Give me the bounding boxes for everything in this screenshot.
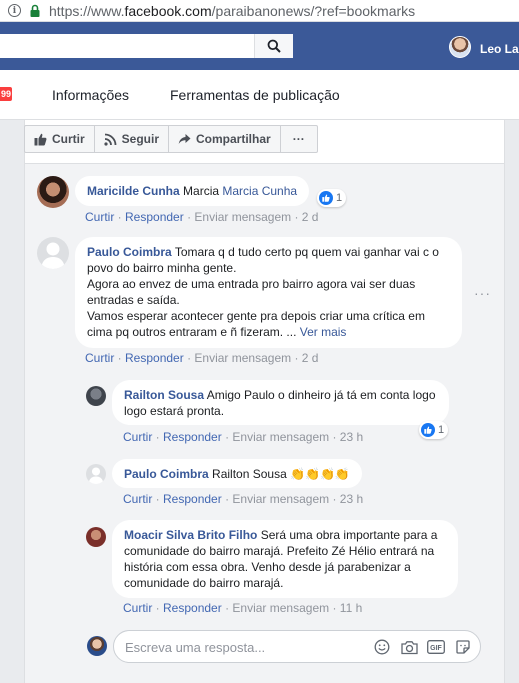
notification-badge: 99 <box>0 87 12 101</box>
reply-bubble: Moacir Silva Brito Filho Será uma obra i… <box>112 520 458 598</box>
page-actions-bar: Curtir Seguir Compartilhar ··· <box>24 125 318 153</box>
like-page-button[interactable]: Curtir <box>25 126 95 152</box>
lock-icon <box>30 4 40 17</box>
more-options-button[interactable]: ··· <box>281 126 317 152</box>
user-avatar[interactable] <box>449 36 471 58</box>
follow-page-label: Seguir <box>121 132 160 146</box>
comment-time[interactable]: 2 d <box>302 351 319 365</box>
emoji-icon[interactable] <box>373 638 391 656</box>
comment-author[interactable]: Paulo Coimbra <box>87 245 172 259</box>
like-reaction-icon <box>319 191 333 205</box>
reply-author[interactable]: Moacir Silva Brito Filho <box>124 528 257 542</box>
reply-bubble: Paulo Coimbra Railton Sousa 👏👏👏👏 <box>112 459 362 488</box>
reply-meta: Curtir · Responder · Enviar mensagem · 1… <box>123 601 363 615</box>
reply-meta: Curtir · Responder · Enviar mensagem · 2… <box>123 430 364 444</box>
current-user-avatar <box>87 636 107 656</box>
like-reply-link[interactable]: Curtir <box>123 492 152 506</box>
like-page-label: Curtir <box>52 132 85 146</box>
avatar[interactable] <box>86 386 106 406</box>
like-reaction-icon <box>421 423 435 437</box>
camera-icon[interactable] <box>400 638 418 656</box>
search-input[interactable] <box>0 34 293 58</box>
reply-placeholder: Escreva uma resposta... <box>125 640 266 655</box>
facebook-top-bar: Leo La <box>0 22 519 70</box>
reply-time[interactable]: 11 h <box>340 601 362 615</box>
avatar[interactable] <box>37 237 69 269</box>
reaction-number: 1 <box>336 192 343 204</box>
tab-ferramentas-de-publicacao[interactable]: Ferramentas de publicação <box>170 87 340 103</box>
comment-meta: Curtir · Responder · Enviar mensagem · 2… <box>85 210 319 224</box>
send-message-link[interactable]: Enviar mensagem <box>232 492 329 506</box>
reply-meta: Curtir · Responder · Enviar mensagem · 2… <box>123 492 364 506</box>
gif-icon[interactable]: GIF <box>427 638 445 656</box>
share-page-label: Compartilhar <box>196 132 271 146</box>
thumbs-up-icon <box>34 133 47 145</box>
search-button[interactable] <box>254 34 293 58</box>
reply-author[interactable]: Railton Sousa <box>124 388 204 402</box>
like-comment-link[interactable]: Curtir <box>85 351 114 365</box>
avatar[interactable] <box>86 527 106 547</box>
search-icon <box>267 39 281 53</box>
send-message-link[interactable]: Enviar mensagem <box>194 210 291 224</box>
reply-bubble: Railton Sousa Amigo Paulo o dinheiro já … <box>112 380 449 425</box>
comment-options-icon[interactable]: ··· <box>474 285 491 301</box>
reaction-number: 1 <box>438 424 445 436</box>
send-message-link[interactable]: Enviar mensagem <box>232 601 329 615</box>
avatar[interactable] <box>86 464 106 484</box>
reply-reply-link[interactable]: Responder <box>163 492 222 506</box>
reply-input[interactable]: Escreva uma resposta... GIF <box>113 630 481 663</box>
clapping-hands-emoji: 👏👏👏👏 <box>290 467 350 481</box>
send-message-link[interactable]: Enviar mensagem <box>232 430 329 444</box>
comment-bubble: Maricilde Cunha Marcia Marcia Cunha <box>75 176 310 206</box>
user-name-link[interactable]: Leo La <box>480 42 519 56</box>
reply-reply-link[interactable]: Responder <box>163 430 222 444</box>
reaction-count[interactable]: 1 <box>317 189 347 207</box>
rss-follow-icon <box>104 133 117 146</box>
reply-comment-link[interactable]: Responder <box>125 210 184 224</box>
reply-time[interactable]: 23 h <box>340 430 363 444</box>
like-reply-link[interactable]: Curtir <box>123 430 152 444</box>
reaction-count[interactable]: 1 <box>419 421 449 439</box>
tagged-user-link[interactable]: Marcia Cunha <box>222 184 297 198</box>
comment-text-line: Vamos esperar acontecer gente pra depois… <box>87 309 425 339</box>
reply-comment-link[interactable]: Responder <box>125 351 184 365</box>
comment-text: Marcia <box>183 184 223 198</box>
default-profile-icon <box>41 242 65 269</box>
browser-address-bar[interactable]: i https://www.facebook.com/paraibanonews… <box>0 0 519 22</box>
page-subnav: 99 Informações Ferramentas de publicação <box>0 70 519 120</box>
reply-time[interactable]: 23 h <box>340 492 363 506</box>
comment-author[interactable]: Maricilde Cunha <box>87 184 180 198</box>
reply-author[interactable]: Paulo Coimbra <box>124 467 209 481</box>
like-reply-link[interactable]: Curtir <box>123 601 152 615</box>
default-profile-icon <box>88 467 104 484</box>
comment-text-line: Agora ao envez de uma entrada pro bairro… <box>87 277 416 307</box>
share-arrow-icon <box>178 133 191 144</box>
svg-text:GIF: GIF <box>430 645 442 652</box>
avatar[interactable] <box>37 176 69 208</box>
like-comment-link[interactable]: Curtir <box>85 210 114 224</box>
tab-informacoes[interactable]: Informações <box>52 87 129 103</box>
follow-page-button[interactable]: Seguir <box>95 126 170 152</box>
reply-reply-link[interactable]: Responder <box>163 601 222 615</box>
share-page-button[interactable]: Compartilhar <box>169 126 281 152</box>
see-more-link[interactable]: Ver mais <box>300 325 347 339</box>
comment-meta: Curtir · Responder · Enviar mensagem · 2… <box>85 351 319 365</box>
reply-text: Railton Sousa <box>212 467 291 481</box>
comment-time[interactable]: 2 d <box>302 210 319 224</box>
url-text[interactable]: https://www.facebook.com/paraibanonews/?… <box>49 3 415 19</box>
comment-bubble: Paulo Coimbra Tomara q d tudo certo pq q… <box>75 237 462 348</box>
sticker-icon[interactable] <box>454 638 472 656</box>
send-message-link[interactable]: Enviar mensagem <box>194 351 291 365</box>
site-info-icon[interactable]: i <box>8 4 21 17</box>
